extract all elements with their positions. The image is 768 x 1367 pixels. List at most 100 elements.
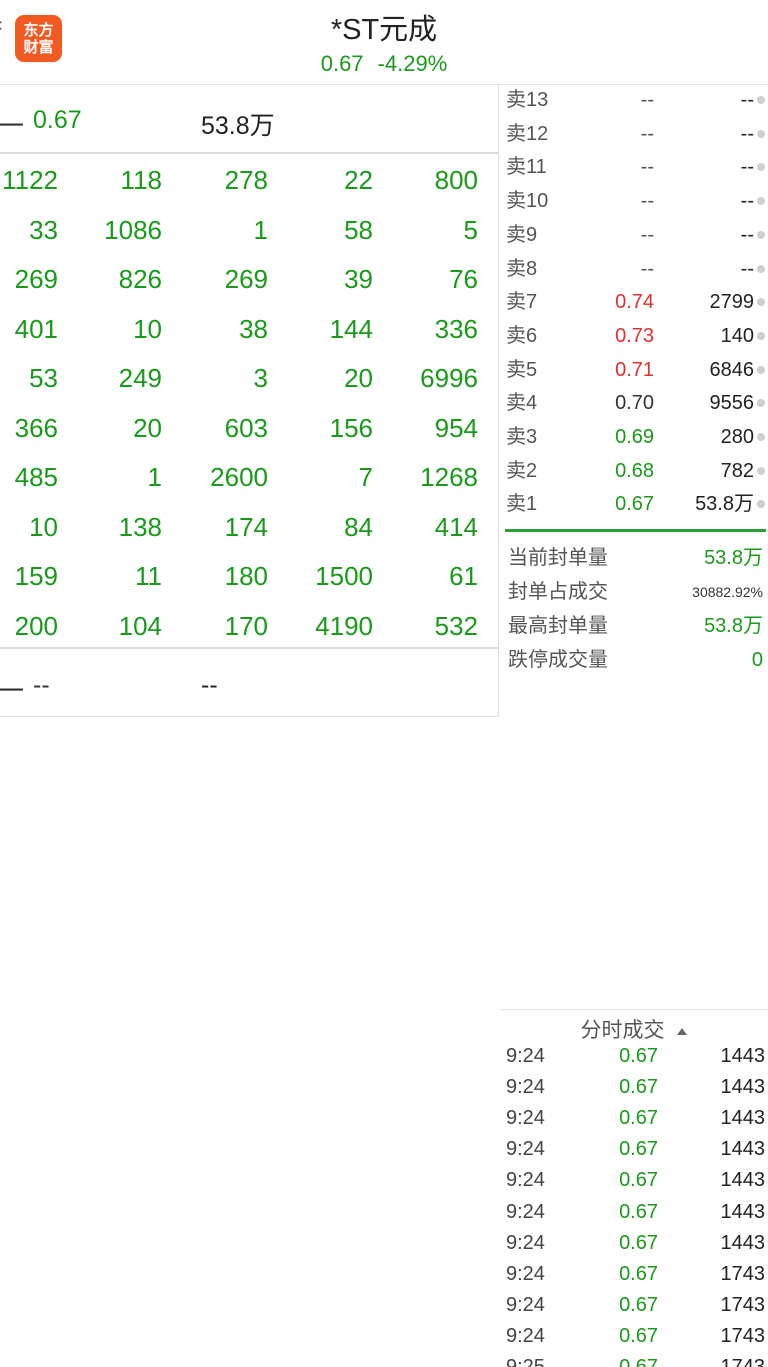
queue-cell: 603 bbox=[224, 412, 268, 443]
queue-cell: 53 bbox=[29, 363, 58, 393]
header-bar: ‹ 东方 财富 *ST元成 0.67-4.29% bbox=[0, 0, 768, 85]
order-book-row[interactable]: 卖7 0.74 2799 bbox=[499, 286, 768, 320]
queue-grid-row: 269 826 269 39 76 bbox=[0, 255, 498, 304]
tick-trade-row: 9:24 0.67 1443 bbox=[499, 1041, 768, 1072]
tick-time: 9:24 bbox=[506, 1107, 545, 1130]
tick-trade-row: 9:24 0.67 1443 bbox=[499, 1134, 768, 1165]
queue-dot-icon bbox=[757, 298, 765, 307]
order-book[interactable]: 卖13 -- -- 卖12 -- -- 卖11 -- -- 卖10 -- -- 卖9 -- -- 卖8 -- --… bbox=[499, 84, 768, 534]
order-price: -- bbox=[640, 257, 654, 280]
order-price: 0.68 bbox=[615, 459, 654, 482]
order-book-row[interactable]: 卖4 0.70 9556 bbox=[499, 387, 768, 421]
order-volume: -- bbox=[740, 257, 754, 280]
tick-volume: 1443 bbox=[720, 1107, 766, 1130]
order-book-row[interactable]: 卖1 0.67 53.8万 bbox=[499, 488, 768, 522]
tick-time: 9:24 bbox=[506, 1231, 545, 1254]
queue-cell: 954 bbox=[434, 412, 478, 443]
order-book-row[interactable]: 卖12 -- -- bbox=[499, 118, 768, 152]
queue-cell: 278 bbox=[224, 165, 268, 195]
queue-cell: 84 bbox=[344, 511, 373, 542]
current-price: 0.67 bbox=[320, 51, 364, 76]
seal-stat-row: 跌停成交量 0 bbox=[499, 643, 768, 677]
tick-price: 0.67 bbox=[619, 1045, 658, 1067]
queue-grid-row: 159 11 180 1500 61 bbox=[0, 552, 498, 601]
order-price: 0.74 bbox=[615, 291, 654, 314]
order-volume: -- bbox=[740, 122, 754, 145]
queue-dot-icon bbox=[757, 264, 765, 273]
tick-price: 0.67 bbox=[619, 1231, 658, 1254]
queue-cell: 38 bbox=[239, 313, 268, 344]
queue-cell: 1500 bbox=[315, 561, 373, 591]
order-level-label: 卖12 bbox=[506, 122, 549, 145]
queue-cell: 10 bbox=[133, 313, 162, 344]
order-price: -- bbox=[640, 89, 654, 111]
tick-volume: 1743 bbox=[720, 1293, 766, 1316]
tick-price: 0.67 bbox=[619, 1138, 658, 1161]
queue-cell: 170 bbox=[224, 610, 268, 641]
queue-cell: 1122 bbox=[2, 165, 58, 195]
summary-volume: -- bbox=[201, 671, 218, 699]
seal-stat-row: 最高封单量 53.8万 bbox=[499, 609, 768, 643]
queue-panel: 一 0.67 53.8万 1122 118 278 22 800 33 1086 1 58 5 26… bbox=[0, 84, 499, 717]
queue-dot-icon bbox=[757, 399, 765, 408]
queue-cell: 156 bbox=[329, 412, 373, 443]
queue-summary-bottom: 一 -- -- bbox=[0, 647, 498, 715]
order-price: 0.71 bbox=[615, 358, 654, 381]
queue-cell: 826 bbox=[118, 264, 162, 294]
order-book-row[interactable]: 卖11 -- -- bbox=[499, 151, 768, 185]
order-volume: -- bbox=[740, 89, 754, 111]
queue-summary-top: 一 0.67 53.8万 bbox=[0, 84, 498, 154]
queue-dot-icon bbox=[757, 129, 765, 138]
tick-volume: 1743 bbox=[720, 1262, 766, 1285]
stock-title: *ST元成 bbox=[330, 14, 438, 46]
queue-cell: 1086 bbox=[104, 214, 162, 245]
queue-cell: 200 bbox=[14, 610, 58, 641]
queue-cell: 269 bbox=[224, 264, 268, 294]
tick-trades-header[interactable]: 分时成交 bbox=[499, 1014, 768, 1044]
summary-price: 0.67 bbox=[33, 106, 82, 134]
queue-cell: 61 bbox=[449, 561, 478, 591]
tick-time: 9:24 bbox=[506, 1076, 545, 1099]
tick-volume: 1743 bbox=[720, 1324, 766, 1347]
order-level-label: 卖3 bbox=[506, 426, 538, 448]
queue-cell: 3 bbox=[253, 363, 268, 393]
summary-dash: 一 bbox=[0, 111, 25, 141]
tick-trade-row: 9:25 0.67 1743 bbox=[499, 1352, 768, 1367]
order-book-row[interactable]: 卖2 0.68 782 bbox=[499, 455, 768, 489]
seal-stat-value: 53.8万 bbox=[704, 547, 763, 569]
order-book-row[interactable]: 卖5 0.71 6846 bbox=[499, 354, 768, 388]
summary-volume: 53.8万 bbox=[201, 112, 275, 140]
queue-dot-icon bbox=[757, 163, 765, 172]
queue-cell: 1268 bbox=[420, 462, 478, 492]
tick-price: 0.67 bbox=[619, 1076, 658, 1099]
order-volume: 280 bbox=[720, 426, 754, 448]
order-book-row[interactable]: 卖13 -- -- bbox=[499, 84, 768, 118]
queue-cell: 39 bbox=[344, 264, 373, 294]
queue-cell: 6996 bbox=[420, 363, 478, 393]
tick-time: 9:24 bbox=[506, 1324, 545, 1347]
queue-cell: 159 bbox=[14, 561, 58, 591]
queue-grid-row: 485 1 2600 7 1268 bbox=[0, 453, 498, 502]
order-book-row[interactable]: 卖8 -- -- bbox=[499, 253, 768, 287]
order-book-row[interactable]: 卖6 0.73 140 bbox=[499, 320, 768, 354]
order-price: -- bbox=[640, 190, 654, 213]
queue-dot-icon bbox=[757, 500, 765, 509]
tick-trades-panel[interactable]: 分时成交 9:24 0.67 1443 9:24 0.67 1443 9:24 0.67 144… bbox=[499, 1009, 768, 1367]
seal-stat-label: 跌停成交量 bbox=[508, 649, 608, 671]
order-book-row[interactable]: 卖3 0.69 280 bbox=[499, 421, 768, 455]
queue-cell: 1 bbox=[253, 214, 268, 245]
order-level-label: 卖10 bbox=[506, 190, 549, 213]
order-book-row[interactable]: 卖10 -- -- bbox=[499, 185, 768, 219]
queue-dot-icon bbox=[757, 197, 765, 206]
order-level-label: 卖1 bbox=[506, 493, 538, 516]
sort-arrow-up-icon[interactable] bbox=[676, 1027, 687, 1035]
order-book-row[interactable]: 卖9 -- -- bbox=[499, 219, 768, 253]
tick-volume: 1443 bbox=[720, 1138, 766, 1161]
seal-stat-label: 最高封单量 bbox=[508, 615, 608, 637]
queue-cell: 249 bbox=[118, 363, 162, 393]
queue-cell: 138 bbox=[118, 511, 162, 542]
tick-volume: 1443 bbox=[720, 1076, 766, 1099]
tick-price: 0.67 bbox=[619, 1200, 658, 1223]
queue-cell: 414 bbox=[434, 511, 478, 542]
tick-volume: 1443 bbox=[720, 1200, 766, 1223]
